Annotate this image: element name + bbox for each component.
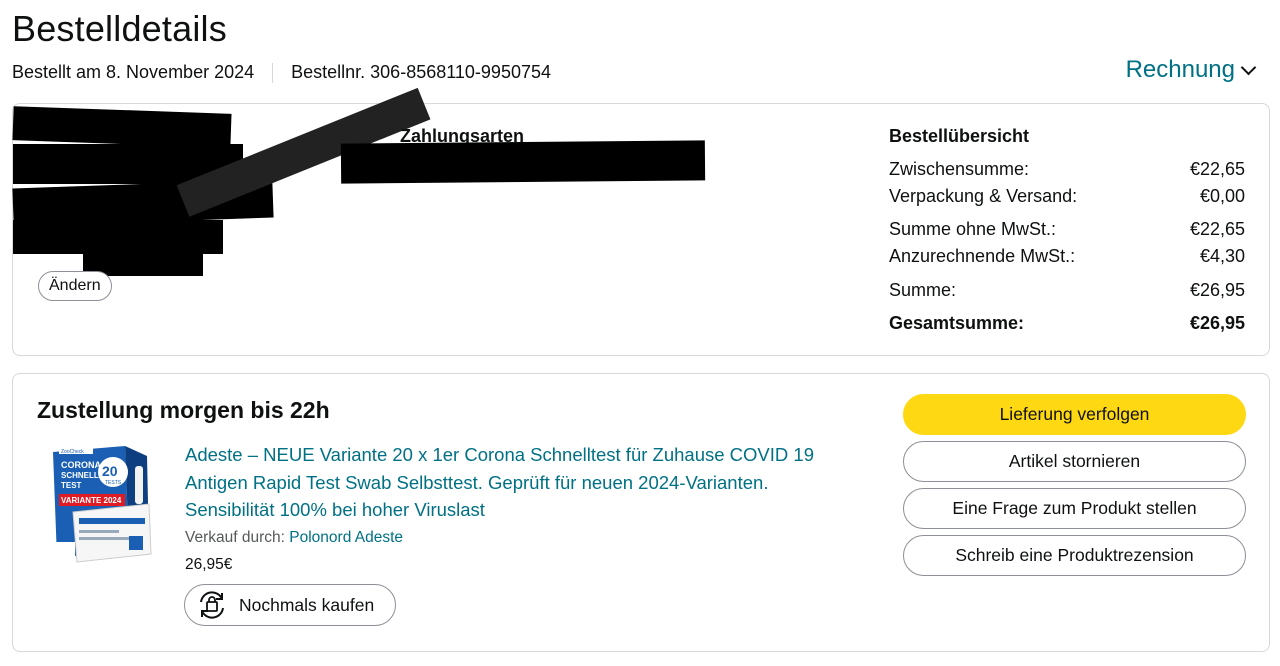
summary-label: Summe ohne MwSt.: xyxy=(889,219,1057,239)
product-box-illustration: ZooCheck CORONA SCHNELL TEST 20 TESTS VA… xyxy=(53,446,152,563)
order-meta: Bestellt am 8. November 2024 Bestellnr. … xyxy=(12,62,551,83)
summary-row-vat: Anzurechnende MwSt.: €4,30 xyxy=(889,246,1245,267)
edit-address-button[interactable]: Ändern xyxy=(38,271,112,301)
summary-row-net: Summe ohne MwSt.: €22,65 xyxy=(889,219,1245,240)
page-title: Bestelldetails xyxy=(12,8,227,49)
summary-value: €26,95 xyxy=(1189,280,1245,300)
summary-row-shipping: Verpackung & Versand: €0,00 xyxy=(889,186,1245,207)
buy-again-button[interactable]: Nochmals kaufen xyxy=(184,584,396,626)
svg-text:CORONA: CORONA xyxy=(61,460,101,470)
summary-label: Verpackung & Versand: xyxy=(889,186,1078,206)
write-review-button[interactable]: Schreib eine Produktrezension xyxy=(903,535,1246,576)
summary-value: €22,65 xyxy=(1189,159,1245,179)
svg-text:TEST: TEST xyxy=(61,481,82,490)
invoice-dropdown[interactable]: Rechnung xyxy=(1125,56,1257,84)
summary-label: Zwischensumme: xyxy=(889,159,1030,179)
svg-text:20: 20 xyxy=(102,463,118,479)
rebuy-icon xyxy=(200,591,224,619)
order-date: Bestellt am 8. November 2024 xyxy=(12,62,255,82)
summary-row-subtotal: Zwischensumme: €22,65 xyxy=(889,159,1245,180)
seller-info: Verkauf durch: Polonord Adeste xyxy=(185,529,403,547)
total-value: €26,95 xyxy=(1189,313,1245,333)
order-summary-title: Bestellübersicht xyxy=(889,126,1030,146)
total-label: Gesamtsumme: xyxy=(889,313,1025,333)
product-price: 26,95€ xyxy=(185,556,233,573)
summary-row-sum: Summe: €26,95 xyxy=(889,280,1245,301)
summary-value: €0,00 xyxy=(1199,186,1245,206)
meta-divider xyxy=(272,62,274,83)
cancel-item-button[interactable]: Artikel stornieren xyxy=(903,441,1246,482)
seller-link[interactable]: Polonord Adeste xyxy=(289,529,403,546)
buy-again-label: Nochmals kaufen xyxy=(239,594,375,615)
summary-value: €22,65 xyxy=(1189,219,1245,239)
invoice-label: Rechnung xyxy=(1125,56,1235,83)
svg-text:TESTS: TESTS xyxy=(105,480,122,486)
ask-question-button[interactable]: Eine Frage zum Produkt stellen xyxy=(903,488,1246,529)
summary-value: €4,30 xyxy=(1199,246,1245,266)
order-info-card: Zahlungsarten Ändern Bestellübersicht Zw… xyxy=(12,87,1270,356)
summary-label: Summe: xyxy=(889,280,957,300)
delivery-card: Zustellung morgen bis 22h ZooCheck CORON… xyxy=(12,373,1270,652)
svg-text:SCHNELL: SCHNELL xyxy=(61,471,99,480)
seller-prefix: Verkauf durch: xyxy=(185,529,285,546)
summary-label: Anzurechnende MwSt.: xyxy=(889,246,1076,266)
track-package-button[interactable]: Lieferung verfolgen xyxy=(903,394,1246,435)
product-title-link[interactable]: Adeste – NEUE Variante 20 x 1er Corona S… xyxy=(185,441,855,524)
payment-info-redacted xyxy=(340,140,706,184)
chevron-down-icon xyxy=(1240,59,1257,75)
summary-row-total: Gesamtsumme: €26,95 xyxy=(889,313,1245,334)
order-number: Bestellnr. 306-8568110-9950754 xyxy=(291,62,551,82)
svg-text:VARIANTE 2024: VARIANTE 2024 xyxy=(61,496,122,505)
svg-text:ZooCheck: ZooCheck xyxy=(61,449,84,455)
product-image[interactable]: ZooCheck CORONA SCHNELL TEST 20 TESTS VA… xyxy=(49,442,155,564)
delivery-title: Zustellung morgen bis 22h xyxy=(37,397,330,423)
